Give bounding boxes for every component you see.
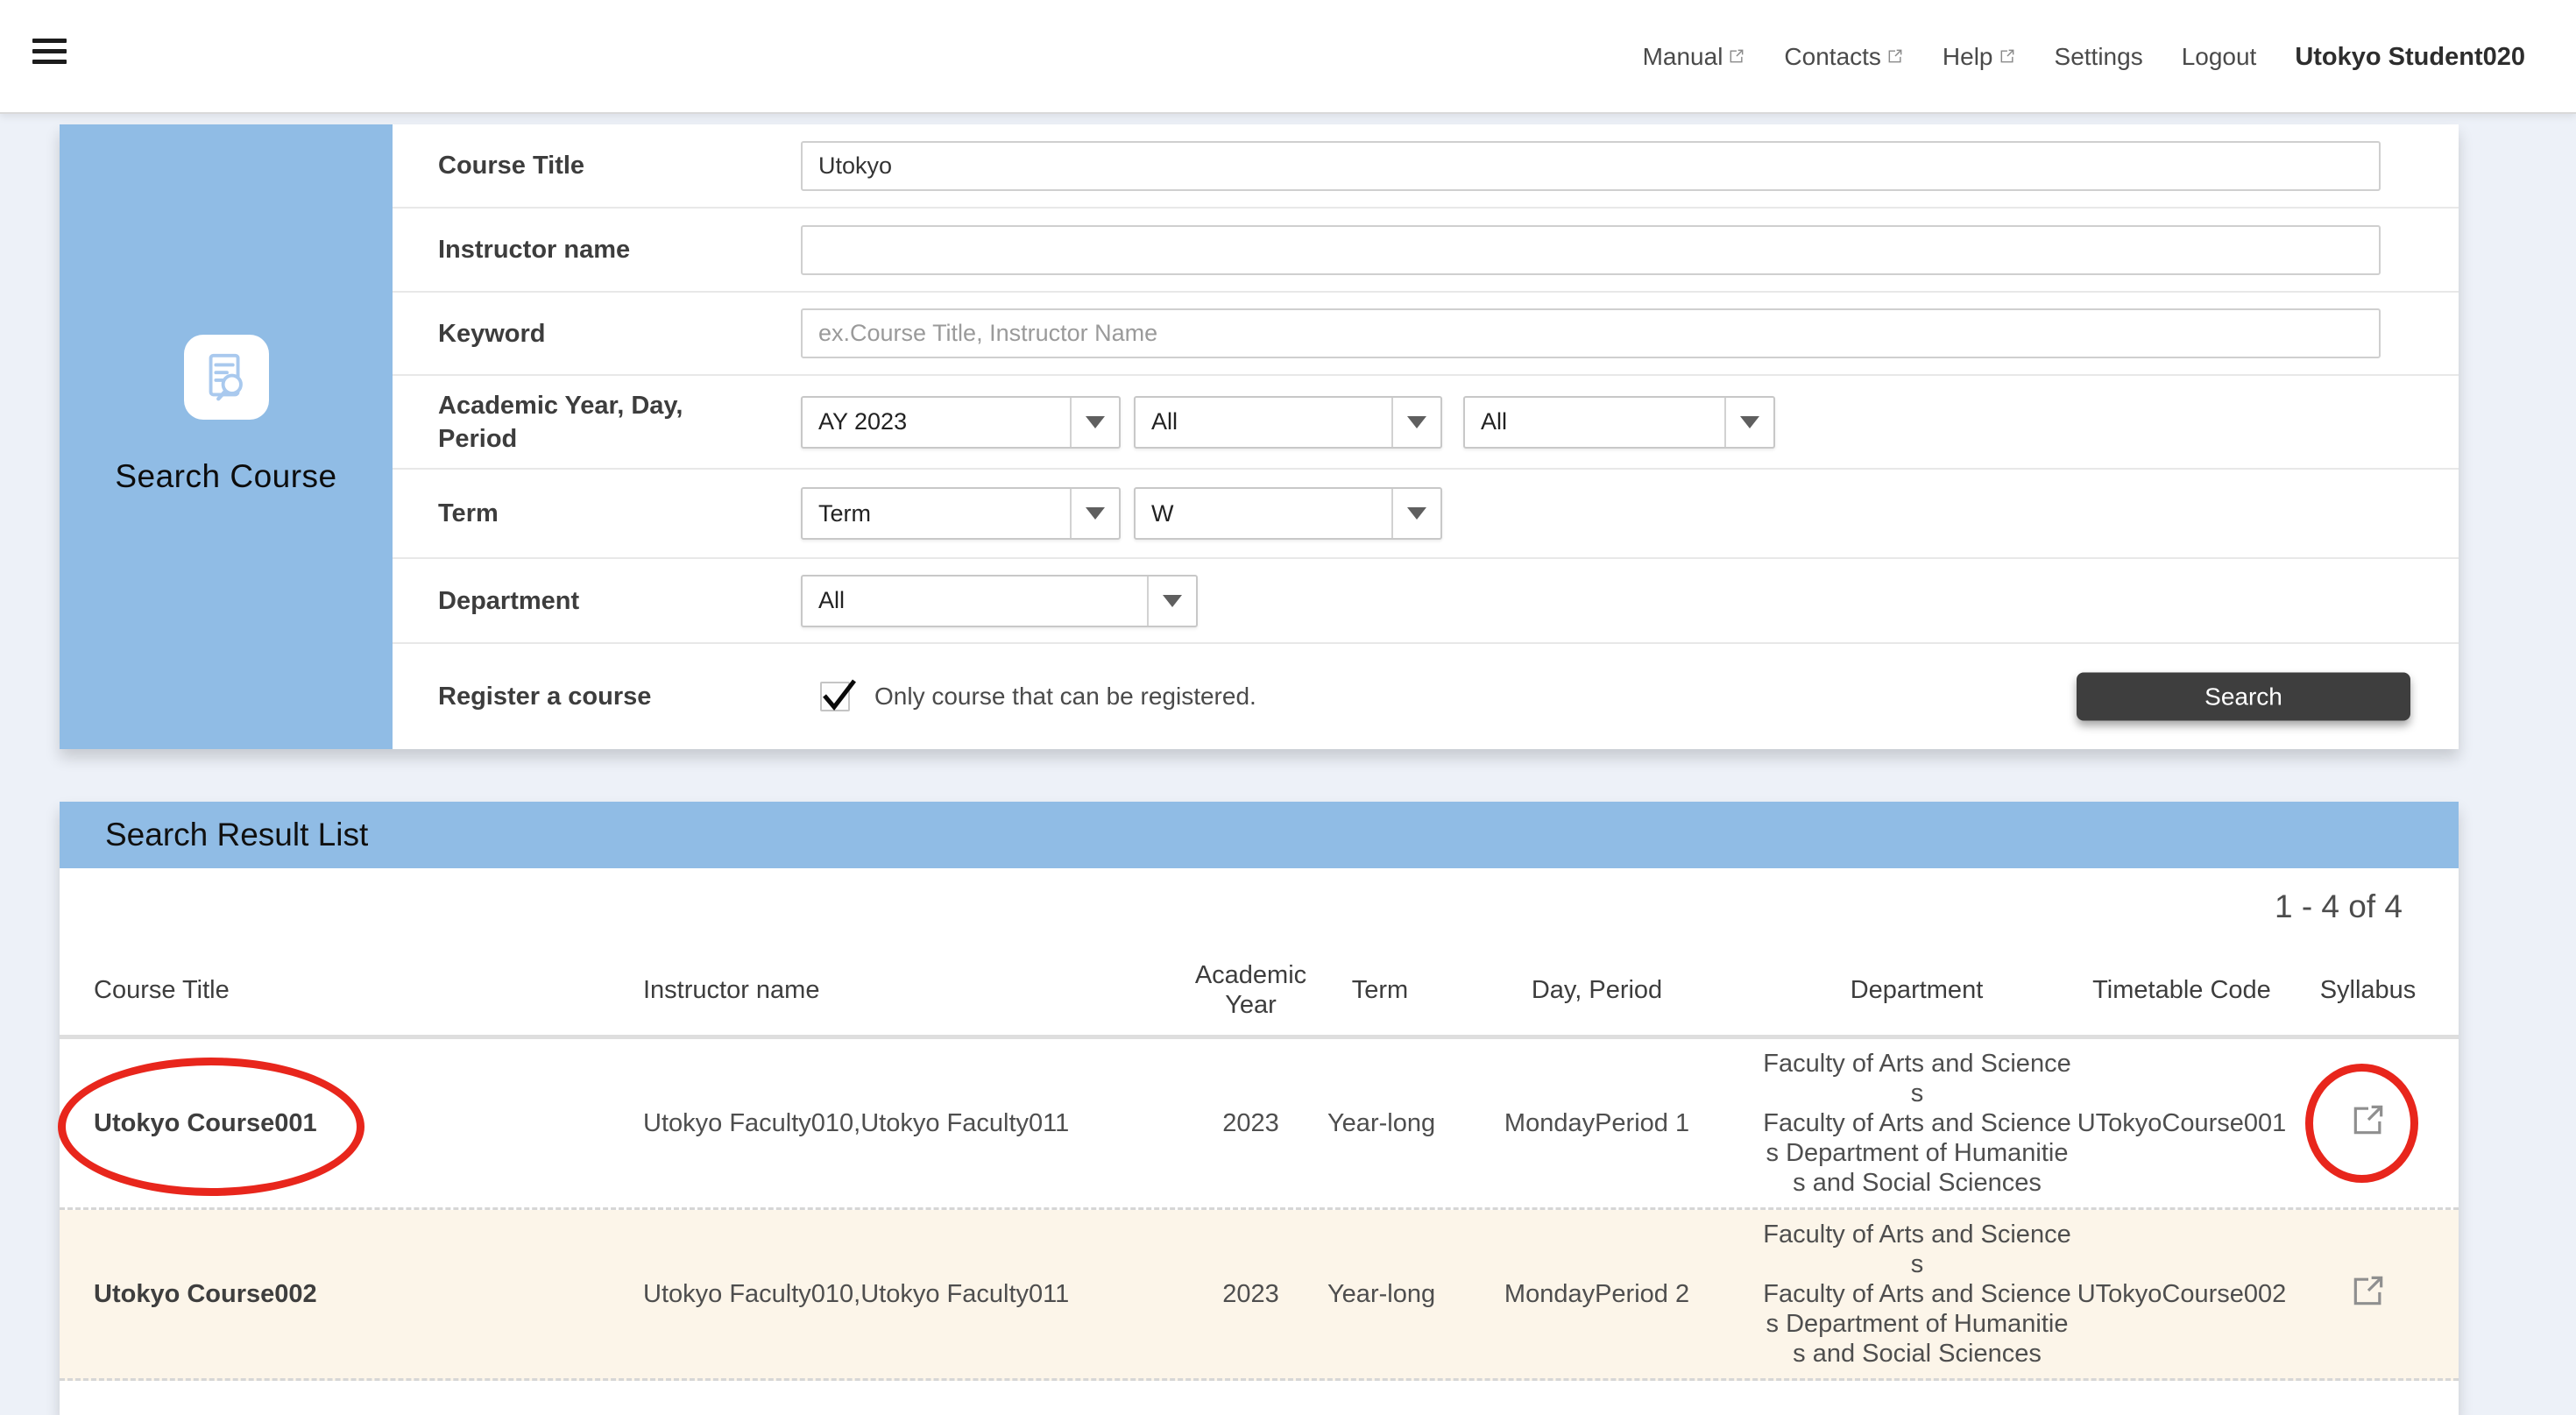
instructor-name: Utokyo Faculty010,Utokyo Faculty011 [613, 1280, 1174, 1309]
term: Year-long [1327, 1280, 1433, 1309]
day-period: MondayPeriod 2 [1433, 1280, 1761, 1309]
chevron-down-icon [1070, 398, 1119, 447]
form-row-year-day-period: Academic Year, Day, Period AY 2023 All A… [393, 374, 2459, 468]
column-header: Syllabus [2291, 975, 2445, 1005]
search-course-title: Search Course [115, 458, 336, 495]
instructor-name-input[interactable] [801, 225, 2381, 275]
keyword-input[interactable] [801, 308, 2381, 358]
chevron-down-icon [1391, 489, 1440, 538]
external-link-icon [1999, 43, 2016, 71]
department-label: Department [393, 584, 755, 618]
user-name: Utokyo Student020 [2295, 43, 2525, 72]
table-row: Utokyo Course002Utokyo Faculty010,Utokyo… [60, 1210, 2459, 1381]
nav-label: Contacts [1784, 43, 1881, 71]
academic-year-select[interactable]: AY 2023 [801, 396, 1121, 449]
nav-label: Manual [1643, 43, 1723, 71]
term-label: Term [393, 497, 755, 530]
result-table-body: Utokyo Course001Utokyo Faculty010,Utokyo… [60, 1039, 2459, 1381]
column-header: Department [1761, 975, 2072, 1005]
chevron-down-icon [1391, 398, 1440, 447]
department-entry: Faculty of Arts and Sciences Department … [1761, 1279, 2073, 1369]
external-link-icon [1728, 43, 1745, 71]
search-result-panel: Search Result List 1 - 4 of 4 Course Tit… [60, 802, 2459, 1415]
timetable-code: UTokyoCourse001 [2072, 1109, 2291, 1138]
search-result-title: Search Result List [60, 802, 2459, 868]
external-link-icon [1886, 43, 1904, 71]
department-entry: Faculty of Arts and Sciences [1761, 1220, 2073, 1279]
syllabus-cell [2291, 1100, 2445, 1146]
term-type-select[interactable]: Term [801, 487, 1121, 540]
year-day-period-label: Academic Year, Day, Period [393, 389, 755, 456]
search-course-sidebar: Search Course [60, 124, 393, 749]
table-row: Utokyo Course001Utokyo Faculty010,Utokyo… [60, 1039, 2459, 1210]
nav-label: Logout [2182, 43, 2257, 71]
syllabus-cell [2291, 1271, 2445, 1317]
search-course-icon [184, 335, 269, 420]
column-header: Timetable Code [2072, 975, 2291, 1005]
nav-manual[interactable]: Manual [1643, 43, 1746, 71]
timetable-code: UTokyoCourse002 [2072, 1280, 2291, 1309]
form-row-instructor: Instructor name [393, 207, 2459, 291]
nav-label: Settings [2055, 43, 2143, 71]
nav-help[interactable]: Help [1943, 43, 2016, 71]
column-header: Day, Period [1433, 975, 1761, 1005]
column-header: Academic Year [1174, 960, 1327, 1020]
column-header: Term [1327, 975, 1433, 1005]
term: Year-long [1327, 1109, 1433, 1138]
search-form: Course Title Instructor name Keyword Aca… [393, 124, 2459, 749]
form-row-register: Register a course Only course that can b… [393, 642, 2459, 749]
menu-bar [32, 39, 67, 43]
chevron-down-icon [1070, 489, 1119, 538]
department: Faculty of Arts and SciencesFaculty of A… [1761, 1220, 2072, 1369]
column-header: Instructor name [613, 975, 1174, 1005]
form-row-keyword: Keyword [393, 291, 2459, 374]
nav-label: Help [1943, 43, 1993, 71]
department: Faculty of Arts and SciencesFaculty of A… [1761, 1049, 2072, 1198]
menu-bar [32, 60, 67, 64]
term-value-select[interactable]: W [1134, 487, 1442, 540]
search-button[interactable]: Search [2077, 673, 2410, 721]
academic-year: 2023 [1174, 1280, 1327, 1309]
academic-year: 2023 [1174, 1109, 1327, 1138]
nav-logout[interactable]: Logout [2182, 43, 2257, 71]
nav-settings[interactable]: Settings [2055, 43, 2143, 71]
syllabus-link-icon[interactable] [2349, 1100, 2388, 1139]
department-entry: Faculty of Arts and Sciences [1761, 1049, 2073, 1108]
top-bar: Manual Contacts Help Settings Logout Utokyo S… [0, 0, 2576, 114]
course-title-link[interactable]: Utokyo Course001 [60, 1109, 613, 1138]
instructor-name-label: Instructor name [393, 233, 755, 266]
instructor-name: Utokyo Faculty010,Utokyo Faculty011 [613, 1109, 1174, 1138]
chevron-down-icon [1724, 398, 1773, 447]
department-entry: Faculty of Arts and Sciences Department … [1761, 1108, 2073, 1198]
course-title-input[interactable] [801, 141, 2381, 191]
form-row-course-title: Course Title [393, 124, 2459, 207]
result-table-header: Course TitleInstructor nameAcademic Year… [60, 945, 2459, 1039]
form-row-term: Term Term W [393, 468, 2459, 557]
checkmark-icon [820, 675, 859, 713]
column-header: Course Title [60, 975, 613, 1005]
course-title-label: Course Title [393, 149, 755, 182]
top-nav: Manual Contacts Help Settings Logout Utokyo S… [1643, 0, 2525, 114]
register-checkbox-caption: Only course that can be registered. [874, 683, 1256, 711]
syllabus-link-icon[interactable] [2349, 1271, 2388, 1310]
chevron-down-icon [1147, 577, 1196, 626]
department-select[interactable]: All [801, 575, 1198, 627]
pagination-label: 1 - 4 of 4 [60, 868, 2459, 945]
keyword-label: Keyword [393, 317, 755, 350]
day-period: MondayPeriod 1 [1433, 1109, 1761, 1138]
search-course-panel: Search Course Course Title Instructor na… [60, 124, 2459, 749]
course-title-link[interactable]: Utokyo Course002 [60, 1280, 613, 1309]
form-row-department: Department All [393, 557, 2459, 642]
menu-icon[interactable] [32, 39, 67, 70]
register-checkbox[interactable] [820, 682, 850, 711]
register-course-label: Register a course [393, 680, 755, 713]
nav-contacts[interactable]: Contacts [1784, 43, 1904, 71]
menu-bar [32, 49, 67, 53]
day-select[interactable]: All [1134, 396, 1442, 449]
period-select[interactable]: All [1463, 396, 1775, 449]
